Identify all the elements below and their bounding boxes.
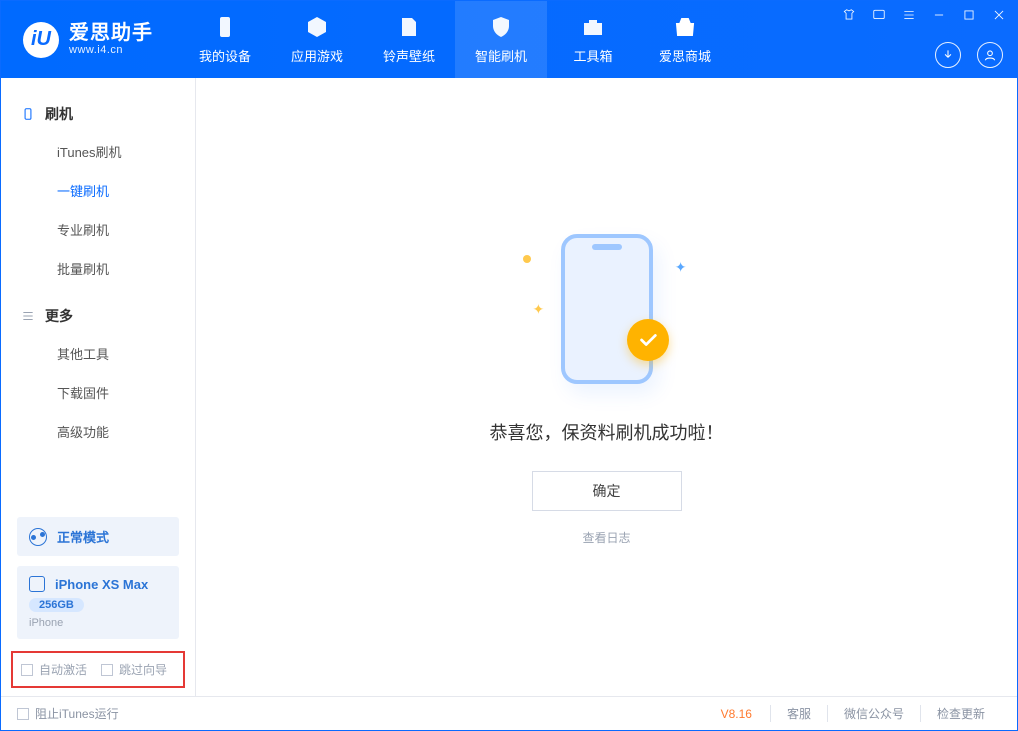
sidebar-section-flash: 刷机 iTunes刷机 一键刷机 专业刷机 批量刷机 — [1, 96, 195, 298]
mode-selector[interactable]: 正常模式 — [17, 517, 179, 556]
phone-icon — [21, 107, 35, 121]
topnav-ringtones[interactable]: 铃声壁纸 — [363, 1, 455, 78]
topnav-label: 应用游戏 — [291, 46, 343, 65]
decoration-dot — [523, 255, 531, 263]
ok-button[interactable]: 确定 — [532, 471, 682, 511]
checkbox-icon — [21, 664, 33, 676]
checkbox-skip-guide[interactable]: 跳过向导 — [101, 661, 167, 678]
version-label: V8.16 — [721, 707, 752, 721]
toolbox-icon — [580, 14, 606, 40]
topnav: 我的设备 应用游戏 铃声壁纸 智能刷机 — [179, 1, 731, 78]
app-name-cn: 爱思助手 — [69, 22, 153, 44]
view-log-link[interactable]: 查看日志 — [582, 529, 630, 546]
checkbox-label: 阻止iTunes运行 — [35, 705, 119, 722]
app-window: iU 爱思助手 www.i4.cn 我的设备 应用游戏 — [0, 0, 1018, 731]
main-content: ✦ ✦ 恭喜您，保资料刷机成功啦！ 确定 查看日志 — [196, 78, 1017, 696]
device-card[interactable]: iPhone XS Max 256GB iPhone — [17, 566, 179, 639]
success-illustration: ✦ ✦ — [527, 229, 687, 389]
sidebar-item-oneclick-flash[interactable]: 一键刷机 — [1, 171, 195, 210]
music-file-icon — [396, 14, 422, 40]
wechat-link[interactable]: 微信公众号 — [827, 705, 920, 722]
topnav-my-device[interactable]: 我的设备 — [179, 1, 271, 78]
sidebar-item-download-firmware[interactable]: 下载固件 — [1, 373, 195, 412]
mode-icon — [29, 528, 47, 546]
topnav-label: 智能刷机 — [475, 46, 527, 65]
checkbox-label: 跳过向导 — [119, 661, 167, 678]
support-link[interactable]: 客服 — [770, 705, 827, 722]
titlebar: iU 爱思助手 www.i4.cn 我的设备 应用游戏 — [1, 1, 1017, 78]
menu-icon[interactable] — [901, 7, 917, 23]
sidebar-header-more: 更多 — [1, 298, 195, 334]
user-icon[interactable] — [977, 42, 1003, 68]
tshirt-icon[interactable] — [841, 7, 857, 23]
topnav-apps[interactable]: 应用游戏 — [271, 1, 363, 78]
sidebar-item-pro-flash[interactable]: 专业刷机 — [1, 210, 195, 249]
sidebar-section-more: 更多 其他工具 下载固件 高级功能 — [1, 298, 195, 461]
check-badge-icon — [627, 319, 669, 361]
logo-text: 爱思助手 www.i4.cn — [69, 22, 153, 56]
list-icon — [21, 309, 35, 323]
statusbar-right: V8.16 客服 微信公众号 检查更新 — [721, 705, 1001, 722]
options-highlight-box: 自动激活 跳过向导 — [11, 651, 185, 688]
sidebar-item-advanced[interactable]: 高级功能 — [1, 412, 195, 451]
device-icon — [212, 14, 238, 40]
maximize-icon[interactable] — [961, 7, 977, 23]
sidebar-item-itunes-flash[interactable]: iTunes刷机 — [1, 132, 195, 171]
body: 刷机 iTunes刷机 一键刷机 专业刷机 批量刷机 更多 其他工具 下载固件 … — [1, 78, 1017, 696]
logo-icon: iU — [23, 22, 59, 58]
phone-graphic — [561, 234, 653, 384]
sparkle-icon: ✦ — [533, 301, 545, 318]
topnav-label: 工具箱 — [573, 46, 612, 65]
sidebar: 刷机 iTunes刷机 一键刷机 专业刷机 批量刷机 更多 其他工具 下载固件 … — [1, 78, 196, 696]
checkbox-icon — [101, 664, 113, 676]
sidebar-item-other-tools[interactable]: 其他工具 — [1, 334, 195, 373]
logo-block[interactable]: iU 爱思助手 www.i4.cn — [1, 1, 171, 78]
success-message: 恭喜您，保资料刷机成功啦！ — [490, 419, 724, 445]
device-capacity: 256GB — [29, 598, 84, 612]
topnav-flash[interactable]: 智能刷机 — [455, 1, 547, 78]
statusbar: 阻止iTunes运行 V8.16 客服 微信公众号 检查更新 — [1, 696, 1017, 730]
device-type: iPhone — [29, 617, 167, 629]
check-update-link[interactable]: 检查更新 — [920, 705, 1001, 722]
sidebar-header-flash: 刷机 — [1, 96, 195, 132]
window-controls — [841, 7, 1007, 23]
app-name-en: www.i4.cn — [69, 44, 153, 56]
store-icon — [672, 14, 698, 40]
topnav-toolbox[interactable]: 工具箱 — [547, 1, 639, 78]
feedback-icon[interactable] — [871, 7, 887, 23]
shield-refresh-icon — [488, 14, 514, 40]
checkbox-auto-activate[interactable]: 自动激活 — [21, 661, 87, 678]
device-name: iPhone XS Max — [55, 577, 148, 592]
sidebar-header-label: 更多 — [45, 306, 73, 326]
topnav-label: 爱思商城 — [659, 46, 711, 65]
sidebar-header-label: 刷机 — [45, 104, 73, 124]
user-controls — [935, 42, 1003, 68]
mode-label: 正常模式 — [57, 527, 109, 546]
sidebar-bottom: 正常模式 iPhone XS Max 256GB iPhone 自动激活 — [1, 507, 195, 696]
download-icon[interactable] — [935, 42, 961, 68]
checkbox-icon — [17, 708, 29, 720]
sidebar-item-batch-flash[interactable]: 批量刷机 — [1, 249, 195, 288]
topnav-label: 我的设备 — [199, 46, 251, 65]
minimize-icon[interactable] — [931, 7, 947, 23]
checkbox-label: 自动激活 — [39, 661, 87, 678]
sparkle-icon: ✦ — [675, 259, 687, 276]
topnav-label: 铃声壁纸 — [383, 46, 435, 65]
checkbox-block-itunes[interactable]: 阻止iTunes运行 — [17, 705, 119, 722]
device-small-icon — [29, 576, 45, 592]
close-icon[interactable] — [991, 7, 1007, 23]
cube-icon — [304, 14, 330, 40]
topnav-store[interactable]: 爱思商城 — [639, 1, 731, 78]
